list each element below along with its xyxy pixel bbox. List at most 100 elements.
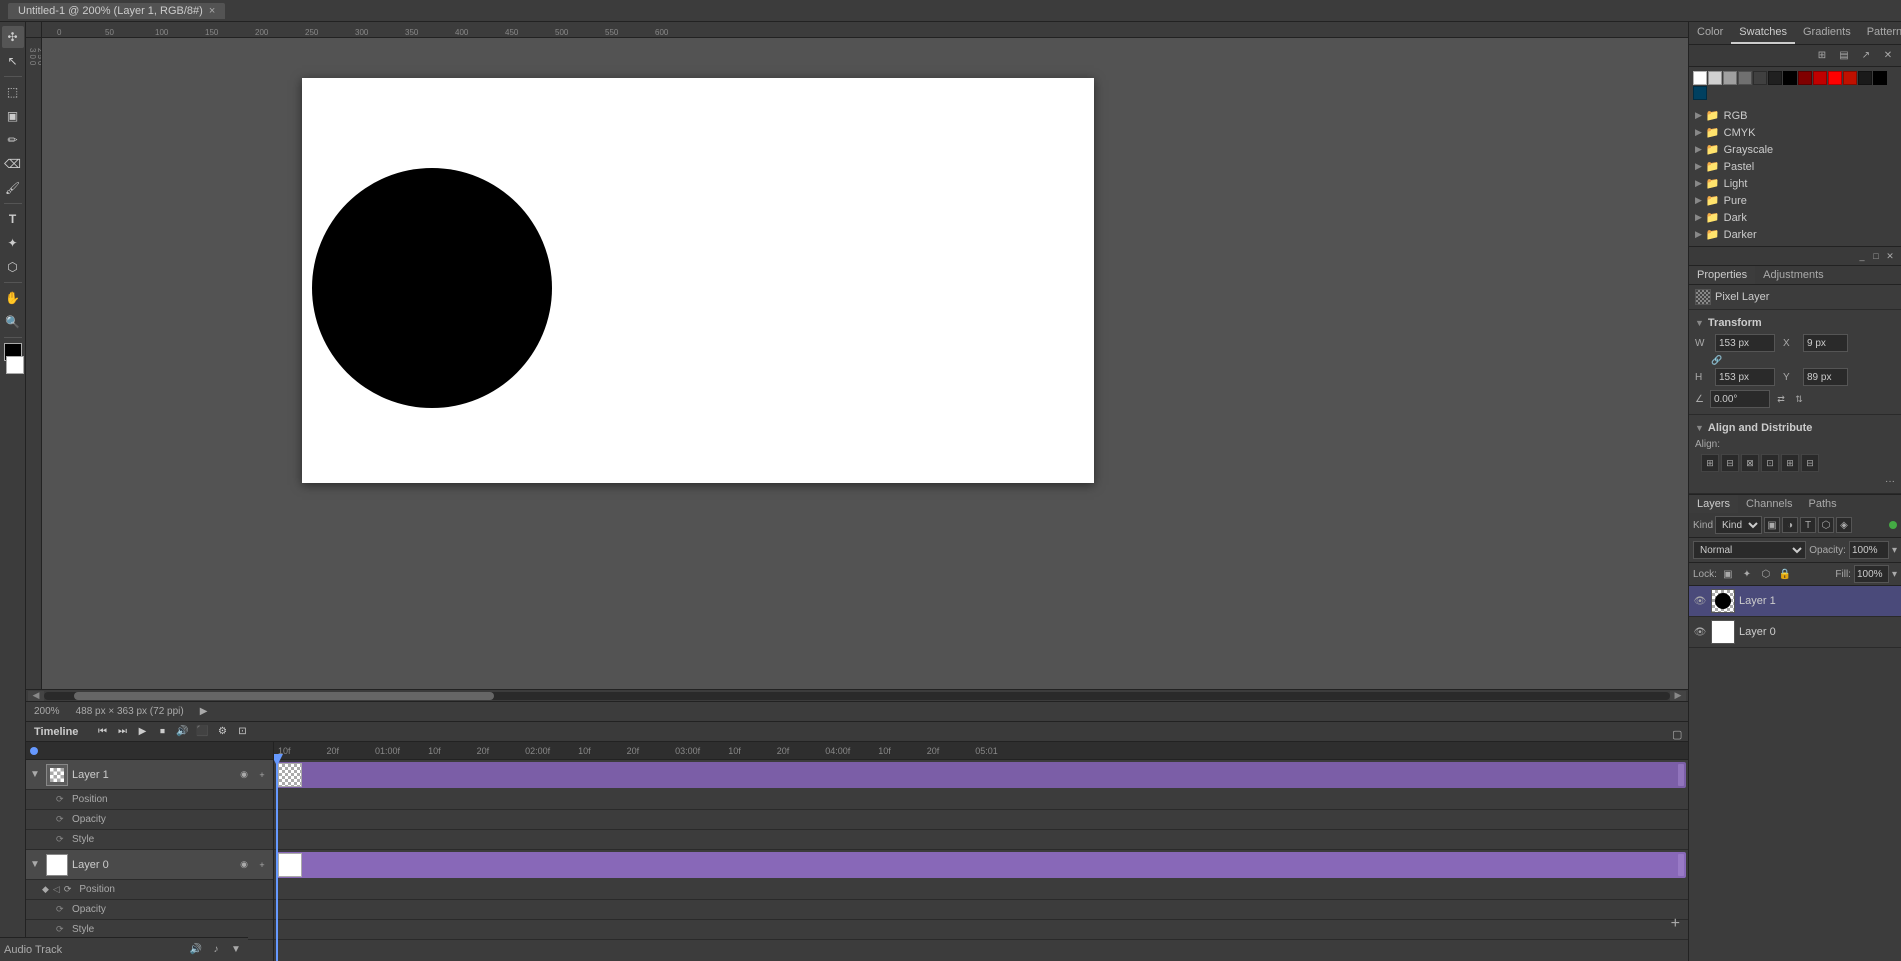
y-input[interactable]	[1803, 368, 1848, 386]
h-input[interactable]	[1715, 368, 1775, 386]
panel-icon-1[interactable]: ⊞	[1813, 47, 1831, 65]
align-section-header[interactable]: ▼ Align and Distribute	[1695, 419, 1895, 437]
swatch-darkgray[interactable]	[1738, 71, 1752, 85]
opacity-down-arrow[interactable]: ▾	[1892, 545, 1897, 556]
playback-play-btn[interactable]: ▶	[134, 724, 150, 740]
lock-all-btn[interactable]: 🔒	[1777, 566, 1793, 582]
playback-start-btn[interactable]: ⏮	[94, 724, 110, 740]
lock-art-btn[interactable]: ⬡	[1758, 566, 1774, 582]
flip-h-btn[interactable]: ⇄	[1774, 392, 1788, 406]
tl-layer-0-expand[interactable]: ▼	[30, 859, 42, 870]
document-tab[interactable]: Untitled-1 @ 200% (Layer 1, RGB/8#) ×	[8, 3, 225, 19]
lock-pos-btn[interactable]: ✦	[1739, 566, 1755, 582]
tab-channels[interactable]: Channels	[1738, 495, 1800, 513]
tl-layer-row-0[interactable]: ▼ Layer 0 ◉ +	[26, 850, 273, 880]
panel-icon-2[interactable]: ▤	[1835, 47, 1853, 65]
tl-layer-1-expand[interactable]: ▼	[30, 769, 42, 780]
align-center-btn[interactable]: ⊟	[1721, 454, 1739, 472]
timeline-expand-btn[interactable]: ▢	[1672, 728, 1680, 736]
tl-add-track-btn[interactable]: +	[1671, 915, 1680, 933]
tool-eraser[interactable]: ⌫	[2, 153, 24, 175]
swatch-black[interactable]	[1783, 71, 1797, 85]
tool-pen[interactable]: ⬡	[2, 256, 24, 278]
transform-section-header[interactable]: ▼ Transform	[1695, 314, 1895, 332]
tab-swatches[interactable]: Swatches	[1731, 22, 1795, 44]
swatch-group-light[interactable]: ▶ 📁 Light	[1695, 175, 1895, 192]
tl-audio-vol-btn[interactable]: 🔊	[188, 942, 204, 958]
tl-layer-1-solo[interactable]: ◉	[237, 768, 251, 782]
align-bottom-btn[interactable]: ⊟	[1801, 454, 1819, 472]
filter-pixel-btn[interactable]: ▣	[1764, 517, 1780, 533]
fill-down-arrow[interactable]: ▾	[1892, 569, 1897, 580]
playback-stop-btn[interactable]: ⏹	[154, 724, 170, 740]
align-top-btn[interactable]: ⊡	[1761, 454, 1779, 472]
angle-input[interactable]	[1710, 390, 1770, 408]
playback-audio-btn[interactable]: 🔊	[174, 724, 190, 740]
filter-text-btn[interactable]: T	[1800, 517, 1816, 533]
tool-paint[interactable]: 🖌	[2, 177, 24, 199]
tab-close-btn[interactable]: ×	[209, 5, 215, 17]
align-right-btn[interactable]: ⊠	[1741, 454, 1759, 472]
panel-icon-4[interactable]: ✕	[1879, 47, 1897, 65]
fill-input[interactable]	[1854, 565, 1889, 583]
swatch-group-darker[interactable]: ▶ 📁 Darker	[1695, 226, 1895, 243]
tl-layer-0-add[interactable]: +	[255, 858, 269, 872]
scroll-right-btn[interactable]: ▶	[1670, 691, 1686, 701]
tool-zoom[interactable]: 🔍	[2, 311, 24, 333]
tab-color[interactable]: Color	[1689, 22, 1731, 44]
filter-shape-btn[interactable]: ⬡	[1818, 517, 1834, 533]
swatch-group-rgb[interactable]: ▶ 📁 RGB	[1695, 107, 1895, 124]
playback-export-btn[interactable]: ⊡	[234, 724, 250, 740]
swatch-black3[interactable]	[1873, 71, 1887, 85]
filter-smart-btn[interactable]: ◈	[1836, 517, 1852, 533]
blend-mode-select[interactable]: Normal	[1693, 541, 1806, 559]
canvas-circle-object[interactable]	[312, 168, 552, 408]
swatch-gray[interactable]	[1723, 71, 1737, 85]
tool-move[interactable]: ✣	[2, 26, 24, 48]
filter-adj-btn[interactable]: ◑	[1782, 517, 1798, 533]
swatch-group-cmyk[interactable]: ▶ 📁 CMYK	[1695, 124, 1895, 141]
tool-brush[interactable]: ✏	[2, 129, 24, 151]
link-wh-btn[interactable]: 🔗	[1711, 354, 1723, 366]
swatch-group-dark[interactable]: ▶ 📁 Dark	[1695, 209, 1895, 226]
scroll-track[interactable]	[44, 692, 1670, 700]
background-color[interactable]	[6, 356, 24, 374]
prop-panel-max-btn[interactable]: □	[1869, 249, 1883, 263]
swatch-group-grayscale[interactable]: ▶ 📁 Grayscale	[1695, 141, 1895, 158]
x-input[interactable]	[1803, 334, 1848, 352]
tab-gradients[interactable]: Gradients	[1795, 22, 1859, 44]
swatch-group-pastel[interactable]: ▶ 📁 Pastel	[1695, 158, 1895, 175]
align-left-btn[interactable]: ⊞	[1701, 454, 1719, 472]
tool-rect[interactable]: ▣	[2, 105, 24, 127]
swatch-group-pure[interactable]: ▶ 📁 Pure	[1695, 192, 1895, 209]
tool-text[interactable]: T	[2, 208, 24, 230]
prop-panel-min-btn[interactable]: _	[1855, 249, 1869, 263]
swatch-red3[interactable]	[1843, 71, 1857, 85]
lock-pixels-btn[interactable]: ▣	[1720, 566, 1736, 582]
tl-layer-0-solo[interactable]: ◉	[237, 858, 251, 872]
tab-patterns[interactable]: Patterns	[1859, 22, 1901, 44]
opacity-input[interactable]	[1849, 541, 1889, 559]
layers-kind-select[interactable]: Kind	[1715, 516, 1762, 534]
tool-hand[interactable]: ✋	[2, 287, 24, 309]
horizontal-scrollbar[interactable]: ◀ ▶	[26, 689, 1688, 701]
align-more-btn[interactable]: ···	[1885, 476, 1895, 487]
w-input[interactable]	[1715, 334, 1775, 352]
layer-item-1[interactable]: 👁 Layer 1	[1689, 586, 1901, 617]
scroll-thumb[interactable]	[74, 692, 494, 700]
tab-paths[interactable]: Paths	[1801, 495, 1845, 513]
tool-shape[interactable]: ✦	[2, 232, 24, 254]
scroll-left-btn[interactable]: ◀	[28, 691, 44, 701]
swatch-darkred[interactable]	[1798, 71, 1812, 85]
tab-layers[interactable]: Layers	[1689, 495, 1738, 513]
swatch-red2[interactable]	[1813, 71, 1827, 85]
tl-layer-row-1[interactable]: ▼ Layer 1 ◉ +	[26, 760, 273, 790]
tl-audio-note-btn[interactable]: ♪	[208, 942, 224, 958]
layer-item-0[interactable]: 👁 Layer 0	[1689, 617, 1901, 648]
swatch-verydark[interactable]	[1753, 71, 1767, 85]
flip-v-btn[interactable]: ⇅	[1792, 392, 1806, 406]
swatch-red[interactable]	[1828, 71, 1842, 85]
layer-1-vis-btn[interactable]: 👁	[1693, 594, 1707, 608]
tl-audio-expand-btn[interactable]: ▼	[228, 942, 244, 958]
tab-adjustments[interactable]: Adjustments	[1755, 266, 1832, 284]
